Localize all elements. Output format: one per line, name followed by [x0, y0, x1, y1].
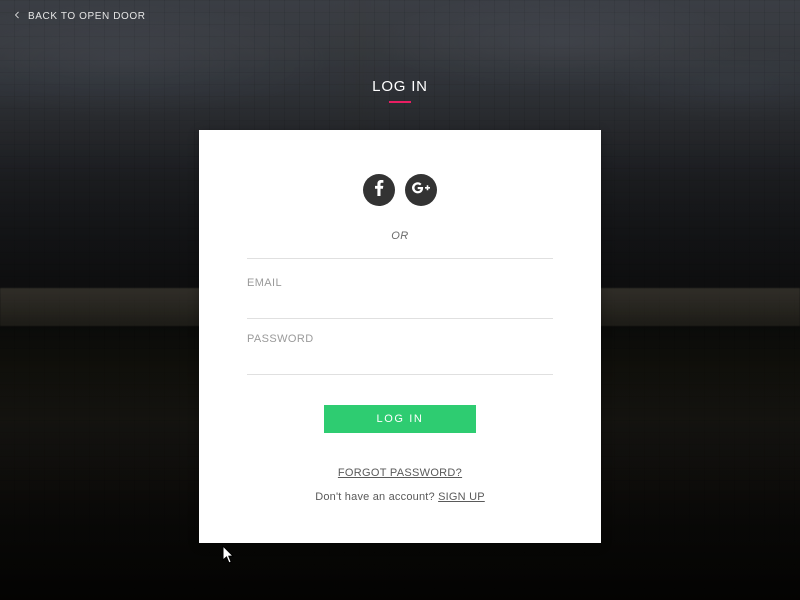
google-login-button[interactable] [405, 174, 437, 206]
social-login-row [247, 174, 553, 206]
login-button[interactable]: LOG IN [324, 405, 476, 433]
login-card: OR EMAIL PASSWORD LOG IN FORGOT PASSWORD… [199, 130, 601, 543]
page-title: LOG IN [372, 78, 428, 95]
arrow-left-icon [12, 10, 22, 23]
signup-line: Don't have an account? SIGN UP [247, 491, 553, 503]
divider [247, 258, 553, 259]
email-field[interactable] [247, 291, 553, 319]
email-block: EMAIL [247, 277, 553, 319]
password-label: PASSWORD [247, 333, 553, 345]
forgot-password-link[interactable]: FORGOT PASSWORD? [338, 467, 462, 479]
or-separator: OR [247, 230, 553, 242]
facebook-login-button[interactable] [363, 174, 395, 206]
signup-prompt: Don't have an account? [315, 491, 438, 503]
signup-link[interactable]: SIGN UP [438, 491, 485, 503]
google-plus-icon [412, 181, 430, 199]
facebook-icon [374, 180, 384, 201]
email-label: EMAIL [247, 277, 553, 289]
back-link[interactable]: BACK TO OPEN DOOR [8, 8, 150, 25]
password-block: PASSWORD [247, 333, 553, 375]
page-title-wrap: LOG IN [0, 78, 800, 103]
back-label: BACK TO OPEN DOOR [28, 11, 146, 22]
extra-links: FORGOT PASSWORD? Don't have an account? … [247, 463, 553, 503]
password-field[interactable] [247, 347, 553, 375]
title-underline [389, 101, 411, 103]
